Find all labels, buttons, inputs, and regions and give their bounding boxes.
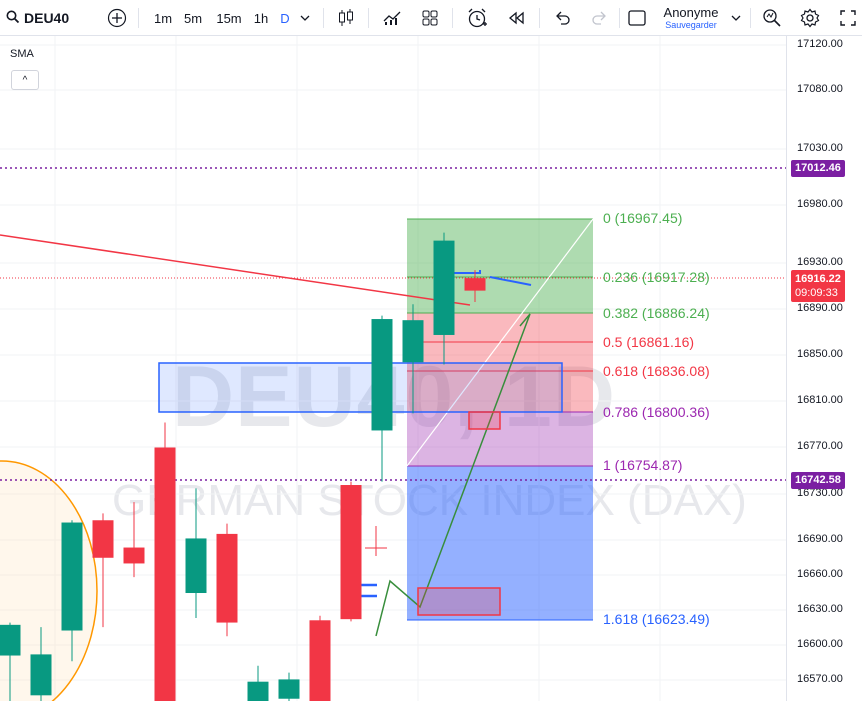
current-price-label: 16916.22 09:09:33: [791, 270, 845, 302]
fib-level-label: 0.236 (16917.28): [603, 269, 710, 285]
candles-icon[interactable]: [334, 0, 358, 36]
candle: [185, 488, 207, 619]
fib-level-label: 0.5 (16861.16): [603, 334, 695, 350]
fib-level-label: 0.382 (16886.24): [603, 305, 710, 321]
alert-icon[interactable]: [464, 0, 490, 36]
candle-body: [61, 522, 83, 631]
interval-1m[interactable]: 1m: [150, 0, 176, 36]
countdown-timer: 09:09:33: [795, 287, 838, 299]
redo-icon[interactable]: [588, 0, 612, 36]
chart-pane[interactable]: DEU40, 1D GERMAN STOCK INDEX (DAX): [0, 36, 786, 701]
undo-icon[interactable]: [550, 0, 574, 36]
account-save-button[interactable]: Anonyme Sauvegarder: [656, 0, 726, 36]
candle-body: [278, 679, 300, 699]
current-price-value: 16916.22: [795, 273, 841, 285]
fib-level-label: 0.618 (16836.08): [603, 363, 710, 379]
settings-icon[interactable]: [798, 0, 822, 36]
add-symbol-icon[interactable]: [105, 0, 129, 36]
price-label-17012: 17012.46: [791, 160, 845, 177]
fib-level-label: 1 (16754.87): [603, 457, 683, 473]
interval-chevron-icon[interactable]: [297, 0, 313, 36]
price-tick: 16980.00: [797, 198, 843, 210]
price-tick: 16690.00: [797, 533, 843, 545]
candle-body: [123, 547, 145, 564]
account-chevron-icon[interactable]: [728, 0, 744, 36]
price-tick: 16630.00: [797, 603, 843, 615]
price-tick: 16890.00: [797, 302, 843, 314]
price-tick: 17030.00: [797, 142, 843, 154]
candle-body: [92, 520, 114, 558]
candle: [278, 672, 300, 701]
interval-5m[interactable]: 5m: [180, 0, 206, 36]
price-label-16742: 16742.58: [791, 472, 845, 489]
rectangle-small-2[interactable]: [468, 411, 501, 430]
interval-label: 1h: [253, 10, 269, 26]
candle: [154, 422, 176, 701]
layouts-icon[interactable]: [418, 0, 442, 36]
toolbar-separator: [323, 8, 324, 28]
quick-search-icon[interactable]: [760, 0, 784, 36]
candle-body: [185, 538, 207, 594]
candle: [309, 615, 331, 701]
search-icon: [6, 10, 20, 27]
fullscreen-square-icon[interactable]: [625, 0, 649, 36]
candle-body: [154, 447, 176, 701]
interval-label: 15m: [216, 10, 242, 26]
candle-body: [340, 485, 362, 620]
price-tick: 16850.00: [797, 348, 843, 360]
candle-body: [216, 533, 238, 623]
candle-body: [247, 681, 269, 701]
fib-level-label: 1.618 (16623.49): [603, 611, 710, 627]
candle: [371, 315, 393, 482]
candle-body: [30, 654, 52, 696]
save-label: Sauvegarder: [665, 19, 717, 30]
price-tick: 16930.00: [797, 256, 843, 268]
fullscreen-icon[interactable]: [836, 0, 860, 36]
indicator-legend[interactable]: SMA: [10, 48, 34, 60]
price-tick: 16600.00: [797, 638, 843, 650]
collapse-glyph: ^: [22, 74, 28, 86]
interval-label: D: [280, 10, 290, 26]
interval-15m[interactable]: 15m: [212, 0, 246, 36]
candle-body: [309, 620, 331, 701]
symbol-search-button[interactable]: DEU40: [6, 0, 76, 36]
rectangle-small-1[interactable]: [417, 587, 501, 616]
interval-label: 5m: [183, 10, 203, 26]
fib-level-label: 0 (16967.45): [603, 210, 683, 226]
user-name: Anonyme: [663, 4, 719, 20]
candle-body: [433, 240, 455, 335]
top-toolbar: DEU40 1m 5m 15m 1h D Anonyme Sauvegarder: [0, 0, 862, 36]
price-tick: 16770.00: [797, 440, 843, 452]
toolbar-separator: [539, 8, 540, 28]
price-scale[interactable]: 17120.00 17080.00 17030.00 16980.00 1693…: [786, 36, 862, 701]
candle-body: [402, 320, 424, 363]
price-tick: 17120.00: [797, 38, 843, 50]
rectangle-zone[interactable]: [158, 362, 563, 413]
symbol-label: DEU40: [24, 10, 70, 26]
price-tick: 17080.00: [797, 83, 843, 95]
toolbar-separator: [619, 8, 620, 28]
candle-body: [371, 319, 393, 431]
candle: [247, 665, 269, 701]
fib-level-label: 0.786 (16800.36): [603, 404, 710, 420]
replay-icon[interactable]: [503, 0, 529, 36]
interval-1h[interactable]: 1h: [249, 0, 273, 36]
legend-collapse-button[interactable]: ^: [11, 70, 39, 90]
indicators-icon[interactable]: [380, 0, 404, 36]
trend-line-red[interactable]: [0, 234, 471, 306]
interval-D[interactable]: D: [276, 0, 294, 36]
price-tick: 16660.00: [797, 568, 843, 580]
price-tick: 16810.00: [797, 394, 843, 406]
toolbar-separator: [750, 8, 751, 28]
interval-label: 1m: [153, 10, 173, 26]
toolbar-separator: [368, 8, 369, 28]
candle-body: [0, 624, 21, 656]
candle: [216, 523, 238, 637]
candle-body: [464, 278, 486, 291]
price-tick: 16570.00: [797, 673, 843, 685]
candle: [340, 481, 362, 622]
toolbar-separator: [138, 8, 139, 28]
toolbar-separator: [452, 8, 453, 28]
